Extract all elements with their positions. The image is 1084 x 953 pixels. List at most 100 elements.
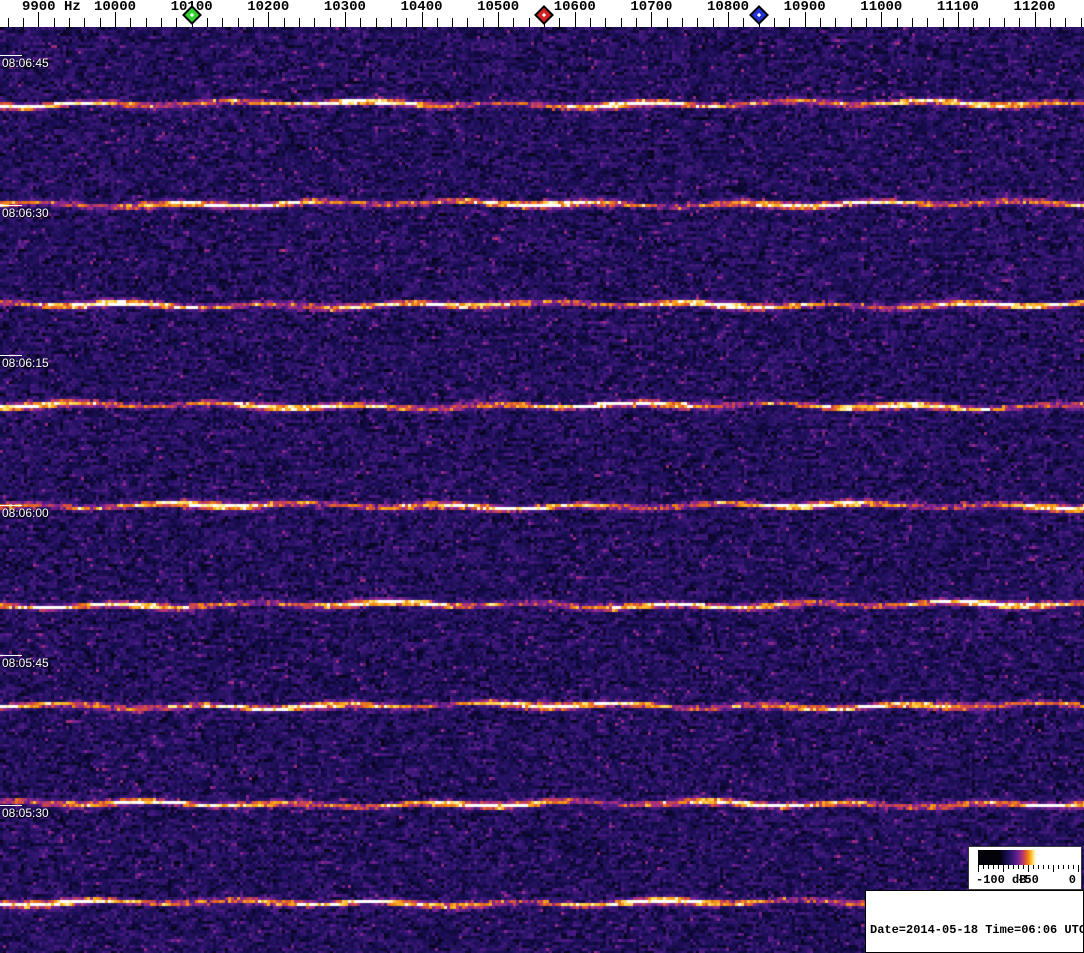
color-scale-ruler (978, 865, 1079, 873)
color-scale-tick (978, 865, 979, 872)
scale-label-mid: -50 (1017, 873, 1039, 887)
time-tick-label: 08:06:30 (2, 206, 49, 220)
spectrogram-window: 9900 Hz100001010010200103001040010500106… (0, 0, 1084, 953)
color-scale-tick (1023, 865, 1024, 869)
frequency-tick (145, 18, 147, 27)
red-diamond-marker[interactable] (534, 5, 555, 25)
frequency-tick (69, 18, 71, 27)
frequency-tick (865, 18, 867, 27)
color-scale-tick (1033, 865, 1034, 869)
frequency-tick (375, 18, 377, 27)
color-scale-tick (1038, 865, 1039, 869)
frequency-tick (697, 18, 699, 27)
frequency-tick-label: 10600 (553, 0, 596, 15)
frequency-tick (559, 18, 561, 27)
frequency-tick (130, 18, 132, 27)
frequency-tick (436, 18, 438, 27)
frequency-tick (712, 18, 714, 27)
frequency-tick (1049, 18, 1051, 27)
color-scale-tick (1063, 865, 1064, 869)
frequency-tick (528, 18, 530, 27)
info-date-time: Date=2014-05-18 Time=06:06 UTC (870, 923, 1084, 937)
scale-label-max: 0 (1068, 873, 1076, 887)
frequency-tick (973, 18, 975, 27)
frequency-tick (835, 18, 837, 27)
color-scale-tick (1008, 865, 1009, 869)
frequency-tick (682, 18, 684, 27)
frequency-tick (896, 18, 898, 27)
frequency-tick (850, 18, 852, 27)
frequency-tick (636, 18, 638, 27)
frequency-ruler[interactable]: 9900 Hz100001010010200103001040010500106… (0, 0, 1084, 27)
frequency-tick (84, 18, 86, 27)
waterfall-display[interactable] (0, 27, 1084, 953)
frequency-tick (819, 18, 821, 27)
frequency-tick-label: 9900 Hz (21, 0, 81, 15)
frequency-tick (252, 18, 254, 27)
color-scale-tick (1043, 865, 1044, 869)
time-tick-label: 08:06:00 (2, 506, 49, 520)
color-scale-tick (1078, 865, 1079, 872)
frequency-tick (1065, 18, 1067, 27)
frequency-tick (482, 18, 484, 27)
frequency-tick (666, 18, 668, 27)
frequency-tick (1003, 18, 1005, 27)
frequency-tick (789, 18, 791, 27)
color-scale-tick (1013, 865, 1014, 869)
frequency-tick (590, 18, 592, 27)
frequency-tick (390, 18, 392, 27)
color-scale-tick (1053, 865, 1054, 872)
frequency-tick (452, 18, 454, 27)
frequency-tick-label: 11000 (860, 0, 903, 15)
color-scale-tick (1028, 865, 1029, 872)
time-tick-label: 08:06:45 (2, 56, 49, 70)
frequency-tick (1080, 18, 1082, 27)
frequency-tick (314, 18, 316, 27)
frequency-tick (774, 18, 776, 27)
color-scale-tick (1048, 865, 1049, 869)
frequency-tick (99, 18, 101, 27)
frequency-tick (1019, 18, 1021, 27)
frequency-tick (605, 18, 607, 27)
frequency-tick (283, 18, 285, 27)
frequency-tick (467, 18, 469, 27)
frequency-tick-label: 10500 (477, 0, 520, 15)
color-gradient-bar (978, 850, 1078, 865)
time-tick-label: 08:05:45 (2, 656, 49, 670)
frequency-tick (53, 18, 55, 27)
color-scale-tick (998, 865, 999, 869)
color-scale-labels: -100 dB -50 0 (969, 873, 1081, 887)
color-scale-tick (1068, 865, 1069, 869)
color-scale-tick (1058, 865, 1059, 869)
time-tick-label: 08:05:30 (2, 806, 49, 820)
frequency-tick-label: 11200 (1013, 0, 1056, 15)
frequency-tick (620, 18, 622, 27)
time-tick-label: 08:06:15 (2, 356, 49, 370)
frequency-tick-label: 10400 (400, 0, 443, 15)
frequency-tick (222, 18, 224, 27)
frequency-tick (927, 18, 929, 27)
frequency-tick (7, 18, 9, 27)
amplitude-color-scale: -100 dB -50 0 (968, 846, 1082, 890)
frequency-tick (329, 18, 331, 27)
blue-diamond-marker[interactable] (748, 5, 769, 25)
frequency-tick (176, 18, 178, 27)
frequency-tick-label: 10700 (630, 0, 673, 15)
frequency-tick-label: 10200 (247, 0, 290, 15)
frequency-tick (988, 18, 990, 27)
color-scale-tick (993, 865, 994, 869)
color-scale-tick (988, 865, 989, 869)
frequency-tick-label: 10900 (783, 0, 826, 15)
observation-info-box: Date=2014-05-18 Time=06:06 UTC Freq=143 … (865, 890, 1084, 953)
frequency-tick-label: 10300 (323, 0, 366, 15)
frequency-tick-label: 10000 (93, 0, 137, 15)
frequency-tick (160, 18, 162, 27)
frequency-tick (23, 18, 25, 27)
color-scale-tick (983, 865, 984, 869)
frequency-tick (360, 18, 362, 27)
frequency-tick (743, 18, 745, 27)
frequency-tick (406, 18, 408, 27)
frequency-tick (911, 18, 913, 27)
frequency-tick-label: 11100 (936, 0, 979, 15)
frequency-tick (206, 18, 208, 27)
